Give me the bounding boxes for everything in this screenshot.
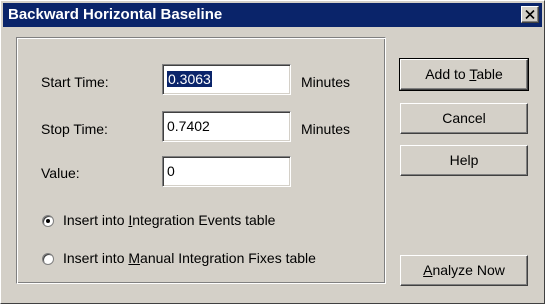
title-bar[interactable]: Backward Horizontal Baseline <box>3 3 542 27</box>
start-time-label: Start Time: <box>41 74 109 90</box>
start-time-unit: Minutes <box>301 74 351 90</box>
stop-time-value: 0.7402 <box>167 118 210 134</box>
radio-integration-events-label[interactable]: Insert into Integration Events table <box>63 212 275 228</box>
add-to-table-button[interactable]: Add to Table <box>399 58 529 91</box>
value-value: 0 <box>167 163 175 179</box>
analyze-now-button[interactable]: Analyze Now <box>400 255 528 286</box>
cancel-button[interactable]: Cancel <box>400 103 528 134</box>
close-icon <box>525 10 535 19</box>
start-time-value: 0.3063 <box>167 71 212 87</box>
radio-integration-events-button[interactable] <box>42 215 54 227</box>
value-field[interactable]: 0 <box>162 156 291 187</box>
stop-time-field[interactable]: 0.7402 <box>162 111 291 142</box>
help-button[interactable]: Help <box>400 145 528 176</box>
start-time-field[interactable]: 0.3063 <box>162 64 291 95</box>
radio-manual-fixes-button[interactable] <box>42 253 54 265</box>
radio-manual-fixes-label[interactable]: Insert into Manual Integration Fixes tab… <box>63 250 316 266</box>
stop-time-unit: Minutes <box>301 121 351 137</box>
dialog-window: Backward Horizontal Baseline Start Time:… <box>0 0 545 304</box>
stop-time-label: Stop Time: <box>41 121 108 137</box>
radio-selected-dot <box>46 219 50 223</box>
value-label: Value: <box>41 165 80 181</box>
dialog-title: Backward Horizontal Baseline <box>8 6 223 23</box>
close-button[interactable] <box>521 6 539 23</box>
